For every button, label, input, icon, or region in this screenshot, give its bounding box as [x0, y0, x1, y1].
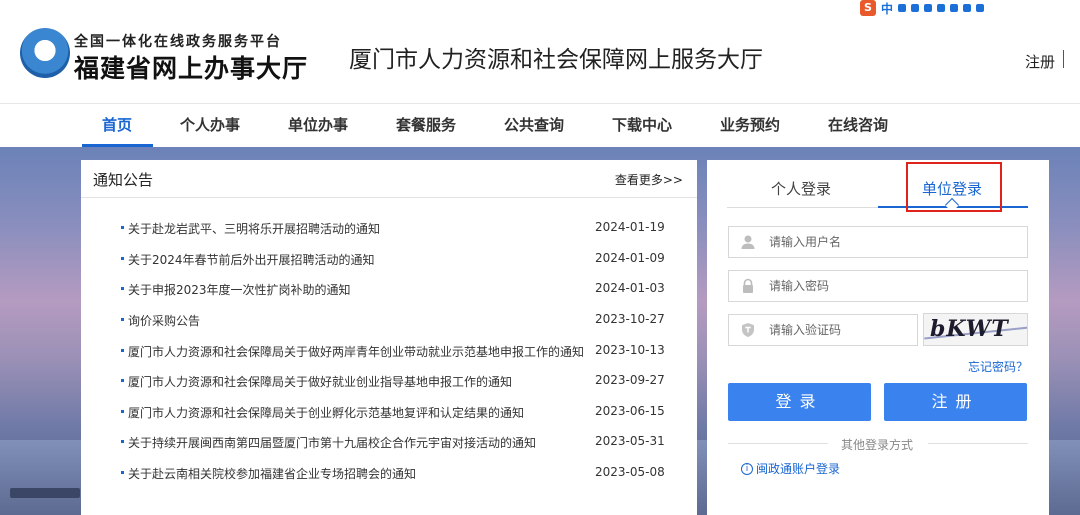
notice-header: 通知公告 查看更多>> [81, 160, 697, 198]
bullet-icon [121, 410, 124, 413]
notice-item-title[interactable]: 关于2024年春节前后外出开展招聘活动的通知 [128, 251, 375, 268]
password-input[interactable] [769, 271, 1019, 301]
ime-toolbar[interactable]: S 中 [860, 0, 985, 17]
notice-item[interactable]: 厦门市人力资源和社会保障局关于做好两岸青年创业带动就业示范基地申报工作的通知 2… [81, 341, 697, 361]
notice-item[interactable]: 厦门市人力资源和社会保障局关于创业孵化示范基地复评和认定结果的通知 2023-0… [81, 402, 697, 422]
ime-mode-label[interactable]: 中 [881, 0, 893, 17]
nav-item-home[interactable]: 首页 [102, 104, 132, 147]
shield-icon [729, 315, 767, 345]
logo-subtitle: 全国一体化在线政务服务平台 [74, 34, 282, 50]
nav-item-company[interactable]: 单位办事 [288, 104, 348, 147]
main-nav: 首页 个人办事 单位办事 套餐服务 公共查询 下载中心 业务预约 在线咨询 [0, 104, 1080, 147]
fujian-logo-icon[interactable] [20, 28, 70, 78]
ime-tool-icon[interactable] [963, 4, 972, 12]
user-icon [729, 227, 767, 257]
notice-item[interactable]: 询价采购公告 2023-10-27 [81, 310, 697, 330]
notice-item-date: 2024-01-03 [595, 281, 665, 295]
notice-item[interactable]: 关于持续开展闽西南第四届暨厦门市第十九届校企合作元宇宙对接活动的通知 2023-… [81, 432, 697, 452]
nav-item-packages[interactable]: 套餐服务 [396, 104, 456, 147]
notice-panel: 通知公告 查看更多>> 关于赴龙岩武平、三明将乐开展招聘活动的通知 2024-0… [81, 160, 697, 515]
nav-item-consult[interactable]: 在线咨询 [828, 104, 888, 147]
password-field[interactable] [728, 270, 1028, 302]
captcha-input[interactable] [769, 315, 914, 345]
notice-item-date: 2023-05-08 [595, 465, 665, 479]
nav-item-personal[interactable]: 个人办事 [180, 104, 240, 147]
notice-item-date: 2024-01-19 [595, 220, 665, 234]
notice-item-date: 2024-01-09 [595, 251, 665, 265]
notice-item-title[interactable]: 关于赴云南相关院校参加福建省企业专场招聘会的通知 [128, 465, 416, 482]
mzt-login-label[interactable]: 闽政通账户登录 [756, 460, 840, 477]
bullet-icon [121, 226, 124, 229]
notice-item-date: 2023-06-15 [595, 404, 665, 418]
notice-item-title[interactable]: 关于申报2023年度一次性扩岗补助的通知 [128, 281, 351, 298]
bullet-icon [121, 379, 124, 382]
notice-item[interactable]: 关于赴龙岩武平、三明将乐开展招聘活动的通知 2024-01-19 [81, 218, 697, 238]
tab-personal-login[interactable]: 个人登录 [771, 178, 831, 199]
sogou-icon[interactable]: S [860, 0, 876, 16]
site-title: 厦门市人力资源和社会保障网上服务大厅 [349, 47, 763, 73]
notice-item[interactable]: 关于2024年春节前后外出开展招聘活动的通知 2024-01-09 [81, 249, 697, 269]
nav-item-downloads[interactable]: 下载中心 [612, 104, 672, 147]
ime-tool-icon[interactable] [924, 4, 933, 12]
ime-tool-icon[interactable] [976, 4, 985, 12]
notice-item-title[interactable]: 询价采购公告 [128, 312, 200, 329]
captcha-field[interactable] [728, 314, 918, 346]
captcha-image[interactable]: bKWT [923, 313, 1028, 346]
bullet-icon [121, 287, 124, 290]
logo-title[interactable]: 福建省网上办事大厅 [74, 49, 308, 85]
login-panel: 个人登录 单位登录 bKWT 忘记密码？ 登录 注册 其他登录方式 i 闽政通账… [707, 160, 1049, 515]
ime-tool-icon[interactable] [937, 4, 946, 12]
ime-tool-icon[interactable] [911, 4, 920, 12]
notice-item-date: 2023-05-31 [595, 434, 665, 448]
lock-icon [729, 271, 767, 301]
highlight-box [906, 162, 1002, 212]
notice-item-date: 2023-10-27 [595, 312, 665, 326]
login-button[interactable]: 登录 [728, 383, 871, 421]
notice-item-date: 2023-10-13 [595, 343, 665, 357]
notice-item-title[interactable]: 厦门市人力资源和社会保障局关于创业孵化示范基地复评和认定结果的通知 [128, 404, 524, 421]
register-button[interactable]: 注册 [884, 383, 1027, 421]
username-field[interactable] [728, 226, 1028, 258]
banner-boat [10, 488, 80, 498]
notice-item[interactable]: 关于申报2023年度一次性扩岗补助的通知 2024-01-03 [81, 279, 697, 299]
header-register-link[interactable]: 注册 [1025, 51, 1055, 72]
notice-title: 通知公告 [93, 171, 154, 189]
notice-item-title[interactable]: 关于赴龙岩武平、三明将乐开展招聘活动的通知 [128, 220, 380, 237]
notice-item-title[interactable]: 厦门市人力资源和社会保障局关于做好两岸青年创业带动就业示范基地申报工作的通知 [128, 343, 584, 360]
notice-item-title[interactable]: 厦门市人力资源和社会保障局关于做好就业创业指导基地申报工作的通知 [128, 373, 512, 390]
username-input[interactable] [769, 227, 1019, 257]
notice-item-date: 2023-09-27 [595, 373, 665, 387]
bullet-icon [121, 318, 124, 321]
nav-item-public-query[interactable]: 公共查询 [504, 104, 564, 147]
header-divider [1063, 50, 1064, 68]
bullet-icon [121, 257, 124, 260]
bullet-icon [121, 349, 124, 352]
bullet-icon [121, 471, 124, 474]
other-login-label: 其他登录方式 [841, 438, 914, 452]
mzt-login-link[interactable]: i 闽政通账户登录 [741, 460, 840, 477]
divider-left [728, 443, 828, 444]
notice-item[interactable]: 关于赴云南相关院校参加福建省企业专场招聘会的通知 2023-05-08 [81, 463, 697, 483]
forgot-password-link[interactable]: 忘记密码？ [968, 358, 1028, 375]
info-icon: i [741, 462, 753, 475]
notice-item-title[interactable]: 关于持续开展闽西南第四届暨厦门市第十九届校企合作元宇宙对接活动的通知 [128, 434, 536, 451]
ime-tool-icon[interactable] [950, 4, 959, 12]
notice-more-link[interactable]: 查看更多>> [615, 171, 683, 188]
site-header: S 中 全国一体化在线政务服务平台 福建省网上办事大厅 厦门市人力资源和社会保障… [0, 0, 1080, 104]
divider-right [928, 443, 1028, 444]
bullet-icon [121, 440, 124, 443]
notice-item[interactable]: 厦门市人力资源和社会保障局关于做好就业创业指导基地申报工作的通知 2023-09… [81, 371, 697, 391]
nav-item-appointment[interactable]: 业务预约 [720, 104, 780, 147]
captcha-text: bKWT [930, 316, 1009, 342]
ime-tool-icon[interactable] [898, 4, 907, 12]
